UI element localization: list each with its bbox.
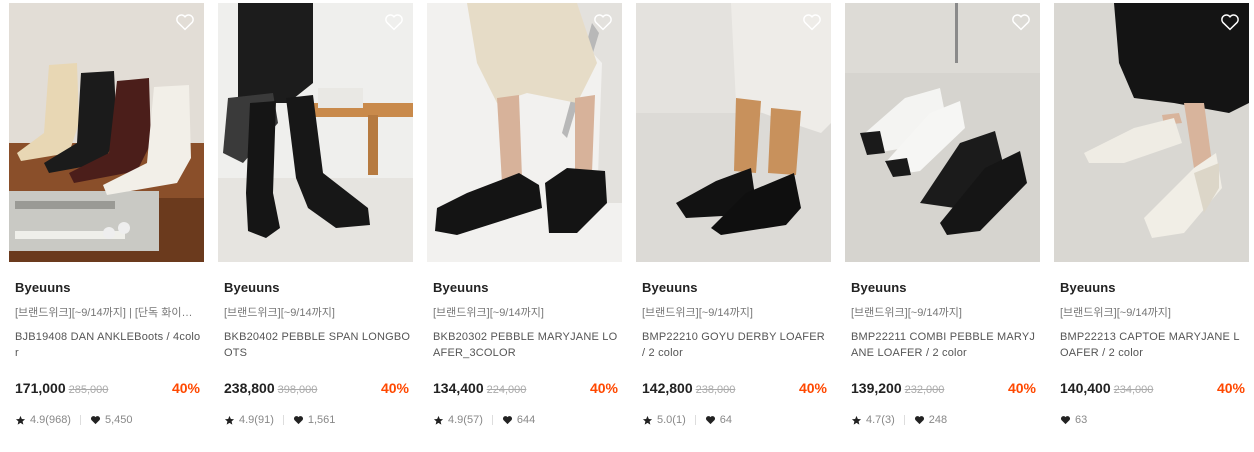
- promo-text: [브랜드위크][~9/14까지]: [433, 307, 544, 319]
- likes-heart-icon: [705, 416, 715, 425]
- brand-name[interactable]: Byeuuns: [15, 280, 71, 295]
- product-image[interactable]: [1054, 3, 1249, 262]
- discount-rate: 40%: [1216, 380, 1245, 396]
- rating-text: 5.0(1): [657, 414, 686, 426]
- stats-divider: [903, 415, 905, 425]
- stats-divider: [491, 415, 493, 425]
- likes-count: 1,561: [307, 414, 336, 426]
- wishlist-heart-icon[interactable]: [802, 13, 822, 31]
- stats-divider: [694, 415, 696, 425]
- brand-name[interactable]: Byeuuns: [642, 280, 698, 295]
- product-image[interactable]: [218, 3, 413, 262]
- discount-rate: 40%: [380, 380, 409, 396]
- likes-count: 5,450: [104, 414, 133, 426]
- promo-text: [브랜드위크][~9/14까지]: [851, 307, 962, 319]
- likes-heart-icon: [293, 416, 303, 425]
- original-price: 234,000: [1113, 384, 1154, 396]
- product-grid: Byeuuns [브랜드위크][~9/14까지] | [단독 화이트 컬러] B…: [0, 0, 1254, 452]
- stats-divider: [282, 415, 284, 425]
- likes-heart-icon: [914, 416, 924, 425]
- promo-text: [브랜드위크][~9/14까지]: [1060, 307, 1171, 319]
- likes-count: 248: [928, 414, 948, 426]
- sale-price: 171,000: [15, 380, 66, 396]
- product-image[interactable]: [636, 3, 831, 262]
- promo-text: [브랜드위크][~9/14까지]: [642, 307, 753, 319]
- price-row: 139,200 232,000 40%: [851, 380, 1036, 400]
- product-name[interactable]: BMP22213 CAPTOE MARYJANE LOAFER / 2 colo…: [1060, 329, 1247, 361]
- price-row: 238,800 398,000 40%: [224, 380, 409, 400]
- product-name[interactable]: BKB20402 PEBBLE SPAN LONGBOOTS: [224, 329, 411, 361]
- star-icon: [642, 415, 653, 425]
- original-price: 224,000: [486, 384, 527, 396]
- product-card[interactable]: Byeuuns [브랜드위크][~9/14까지] BMP22213 CAPTOE…: [1054, 0, 1249, 452]
- product-card[interactable]: Byeuuns [브랜드위크][~9/14까지] BKB20402 PEBBLE…: [218, 0, 413, 452]
- brand-name[interactable]: Byeuuns: [851, 280, 907, 295]
- sale-price: 238,800: [224, 380, 275, 396]
- likes-heart-icon: [502, 416, 512, 425]
- wishlist-heart-icon[interactable]: [1220, 13, 1240, 31]
- discount-rate: 40%: [589, 380, 618, 396]
- likes-count: 63: [1075, 414, 1088, 426]
- star-icon: [15, 415, 26, 425]
- promo-text: [브랜드위크][~9/14까지]: [224, 307, 335, 319]
- brand-name[interactable]: Byeuuns: [433, 280, 489, 295]
- product-name[interactable]: BKB20302 PEBBLE MARYJANE LOAFER_3COLOR: [433, 329, 620, 361]
- discount-rate: 40%: [798, 380, 827, 396]
- product-name[interactable]: BMP22210 GOYU DERBY LOAFER / 2 color: [642, 329, 829, 361]
- rating-text: 4.7(3): [866, 414, 895, 426]
- rating-text: 4.9(968): [30, 414, 71, 426]
- product-name[interactable]: BJB19408 DAN ANKLEBoots / 4color: [15, 329, 202, 361]
- original-price: 238,000: [695, 384, 736, 396]
- original-price: 232,000: [904, 384, 945, 396]
- product-name[interactable]: BMP22211 COMBI PEBBLE MARYJANE LOAFER / …: [851, 329, 1038, 361]
- discount-rate: 40%: [1007, 380, 1036, 396]
- price-row: 171,000 285,000 40%: [15, 380, 200, 400]
- stats-divider: [79, 415, 81, 425]
- product-stats: 4.9(91) 1,561: [224, 414, 335, 426]
- sale-price: 142,800: [642, 380, 693, 396]
- star-icon: [224, 415, 235, 425]
- sale-price: 134,400: [433, 380, 484, 396]
- sale-price: 140,400: [1060, 380, 1111, 396]
- promo-text: [브랜드위크][~9/14까지] | [단독 화이트 컬러]: [15, 307, 202, 319]
- product-card[interactable]: Byeuuns [브랜드위크][~9/14까지] BKB20302 PEBBLE…: [427, 0, 622, 452]
- likes-heart-icon: [90, 416, 101, 425]
- price-row: 134,400 224,000 40%: [433, 380, 618, 400]
- likes-count: 64: [719, 414, 732, 426]
- discount-rate: 40%: [171, 380, 200, 396]
- brand-name[interactable]: Byeuuns: [1060, 280, 1116, 295]
- wishlist-heart-icon[interactable]: [175, 13, 195, 31]
- product-card[interactable]: Byeuuns [브랜드위크][~9/14까지] | [단독 화이트 컬러] B…: [9, 0, 204, 452]
- rating-text: 4.9(91): [239, 414, 274, 426]
- product-card[interactable]: Byeuuns [브랜드위크][~9/14까지] BMP22210 GOYU D…: [636, 0, 831, 452]
- product-stats: 4.9(57) 644: [433, 414, 535, 426]
- product-image[interactable]: [9, 3, 204, 262]
- product-stats: 4.7(3) 248: [851, 414, 947, 426]
- product-stats: 63: [1060, 414, 1087, 426]
- wishlist-heart-icon[interactable]: [1011, 13, 1031, 31]
- wishlist-heart-icon[interactable]: [384, 13, 404, 31]
- brand-name[interactable]: Byeuuns: [224, 280, 280, 295]
- wishlist-heart-icon[interactable]: [593, 13, 613, 31]
- likes-count: 644: [516, 414, 536, 426]
- original-price: 285,000: [68, 384, 109, 396]
- product-stats: 4.9(968) 5,450: [15, 414, 133, 426]
- rating-text: 4.9(57): [448, 414, 483, 426]
- star-icon: [851, 415, 862, 425]
- likes-heart-icon: [1060, 416, 1071, 425]
- product-card[interactable]: Byeuuns [브랜드위크][~9/14까지] BMP22211 COMBI …: [845, 0, 1040, 452]
- original-price: 398,000: [277, 384, 318, 396]
- sale-price: 139,200: [851, 380, 902, 396]
- product-image[interactable]: [845, 3, 1040, 262]
- product-stats: 5.0(1) 64: [642, 414, 732, 426]
- price-row: 140,400 234,000 40%: [1060, 380, 1245, 400]
- star-icon: [433, 415, 444, 425]
- product-image[interactable]: [427, 3, 622, 262]
- price-row: 142,800 238,000 40%: [642, 380, 827, 400]
